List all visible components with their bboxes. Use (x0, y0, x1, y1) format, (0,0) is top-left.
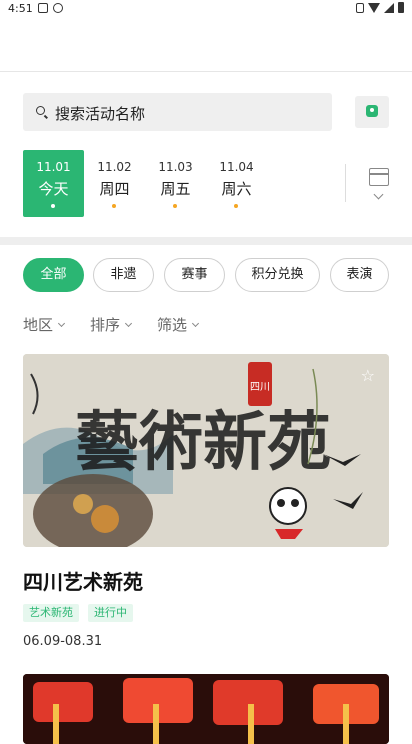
event-image[interactable]: 四川 藝術新苑 ☆ (23, 354, 389, 547)
weekday-label: 周四 (99, 180, 130, 198)
filter-screen[interactable]: 筛选 (157, 314, 200, 334)
debug-icon (53, 3, 63, 13)
chevron-down-icon (57, 319, 66, 328)
calendar-icon[interactable] (369, 168, 389, 186)
date-label: 11.01 (36, 160, 71, 174)
weekday-label: 周六 (221, 180, 252, 198)
seal-text: 四川 (250, 382, 270, 393)
chip-competition[interactable]: 赛事 (164, 258, 225, 292)
event-dot (112, 204, 116, 208)
event-date-range: 06.09-08.31 (23, 634, 103, 649)
date-item-1103[interactable]: 11.03 周五 (145, 150, 206, 217)
favorite-star-icon[interactable]: ☆ (361, 366, 375, 385)
search-bar[interactable]: 搜索活动名称 (23, 93, 332, 131)
filter-label: 地区 (23, 316, 54, 334)
chevron-down-icon (124, 319, 133, 328)
chevron-down-icon[interactable] (373, 189, 384, 200)
chevron-down-icon (191, 319, 200, 328)
event-dot (234, 204, 238, 208)
calligraphy-text: 藝術新苑 (75, 405, 331, 480)
date-item-1102[interactable]: 11.02 周四 (84, 150, 145, 217)
filter-region[interactable]: 地区 (23, 314, 66, 334)
chip-all[interactable]: 全部 (23, 258, 84, 292)
event-dot (51, 204, 55, 208)
vibrate-icon (356, 2, 364, 13)
search-icon (36, 106, 45, 115)
event-dot (173, 204, 177, 208)
filter-label: 排序 (90, 316, 121, 334)
search-placeholder: 搜索活动名称 (55, 105, 146, 123)
event-title[interactable]: 四川艺术新苑 (23, 566, 143, 595)
date-item-today[interactable]: 11.01 今天 (23, 150, 84, 217)
date-item-1104[interactable]: 11.04 周六 (206, 150, 267, 217)
date-label: 11.03 (158, 160, 193, 174)
weekday-label: 周五 (160, 180, 191, 198)
status-bar: 4:51 (0, 0, 412, 18)
filter-label: 筛选 (157, 316, 188, 334)
divider (345, 164, 346, 202)
event-artwork: 四川 藝術新苑 (23, 354, 389, 547)
signal-icon (384, 2, 394, 13)
battery-icon (398, 2, 404, 13)
status-time: 4:51 (8, 2, 33, 15)
date-label: 11.02 (97, 160, 132, 174)
filter-sort[interactable]: 排序 (90, 314, 133, 334)
notification-icon (38, 3, 48, 13)
wifi-icon (368, 2, 380, 13)
chip-performance[interactable]: 表演 (330, 258, 389, 292)
app-header (0, 18, 412, 72)
map-button[interactable] (355, 96, 389, 128)
map-pin-icon (366, 105, 378, 117)
chip-intangible-heritage[interactable]: 非遗 (93, 258, 154, 292)
section-separator (0, 237, 412, 245)
weekday-label: 今天 (38, 180, 69, 198)
chip-points-exchange[interactable]: 积分兑换 (235, 258, 320, 292)
event-tag: 艺术新苑 (23, 604, 79, 622)
status-icons (356, 2, 404, 13)
date-label: 11.04 (219, 160, 254, 174)
event-status-badge: 进行中 (88, 604, 133, 622)
